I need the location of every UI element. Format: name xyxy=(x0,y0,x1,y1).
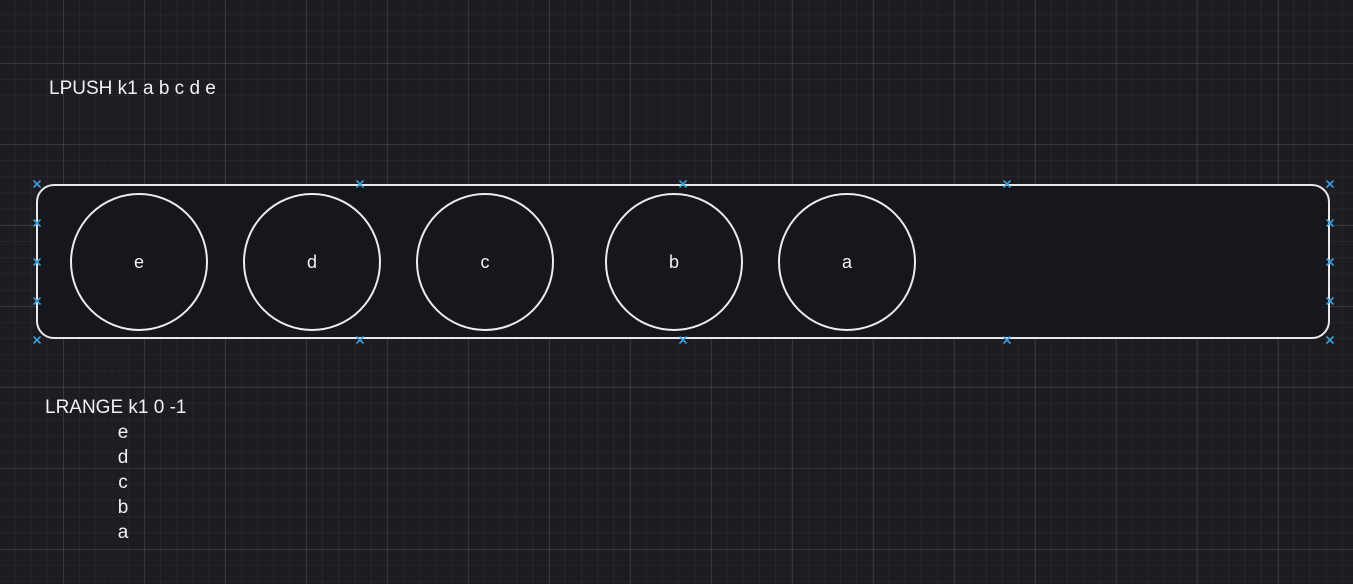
result-item[interactable]: e xyxy=(108,420,138,445)
resize-handle-top-3 xyxy=(1003,180,1011,188)
result-item[interactable]: a xyxy=(108,520,138,545)
resize-handle-top-right xyxy=(1326,180,1334,188)
resize-handle-bottom-left xyxy=(33,336,41,344)
resize-handle-left-2 xyxy=(33,258,41,266)
resize-handle-right-3 xyxy=(1326,297,1334,305)
lrange-command-text[interactable]: LRANGE k1 0 -1 xyxy=(45,397,187,419)
lrange-result-list: e d c b a xyxy=(108,420,138,545)
result-item[interactable]: c xyxy=(108,470,138,495)
selection-handles[interactable] xyxy=(0,0,1353,584)
resize-handle-left-1 xyxy=(33,219,41,227)
resize-handle-top-1 xyxy=(356,180,364,188)
resize-handle-top-2 xyxy=(679,180,687,188)
resize-handle-right-1 xyxy=(1326,219,1334,227)
resize-handle-bottom-1 xyxy=(356,336,364,344)
resize-handle-right-2 xyxy=(1326,258,1334,266)
resize-handle-top-left xyxy=(33,180,41,188)
diagram-canvas[interactable]: LPUSH k1 a b c d e e d c b a LRANGE k1 0… xyxy=(0,0,1353,584)
resize-handle-bottom-3 xyxy=(1003,336,1011,344)
resize-handle-left-3 xyxy=(33,297,41,305)
result-item[interactable]: b xyxy=(108,495,138,520)
resize-handle-bottom-2 xyxy=(679,336,687,344)
resize-handle-bottom-right xyxy=(1326,336,1334,344)
result-item[interactable]: d xyxy=(108,445,138,470)
